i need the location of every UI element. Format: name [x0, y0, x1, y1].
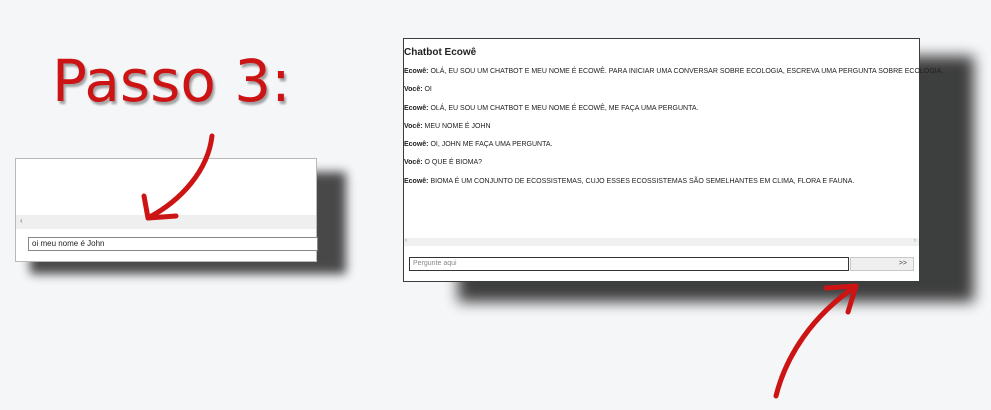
curved-arrow-icon	[773, 283, 859, 399]
send-button[interactable]: >>	[850, 257, 914, 271]
chat-message: Ecowê: BIOMA É UM CONJUNTO DE ECOSSISTEM…	[404, 177, 918, 195]
scroll-right-icon[interactable]: ›	[914, 237, 916, 244]
message-speaker: Você:	[404, 159, 423, 167]
message-text: OLÁ, EU SOU UM CHATBOT E MEU NOME É ECOW…	[428, 68, 944, 75]
chat-message: Você: O QUE É BIOMA?	[404, 158, 918, 176]
question-input[interactable]: Pergunte aqui	[409, 257, 849, 271]
curved-arrow-icon	[141, 133, 215, 221]
chat-title: Chatbot Ecowê	[404, 47, 477, 58]
message-speaker: Ecowê:	[404, 177, 429, 185]
message-speaker: Você:	[404, 122, 423, 130]
chat-message: Ecowê: OLÁ, EU SOU UM CHATBOT E MEU NOME…	[404, 67, 943, 85]
message-speaker: Você:	[404, 86, 423, 94]
message-text: MEU NOME É JOHN	[422, 122, 491, 130]
message-text: O QUE É BIOMA?	[422, 159, 483, 167]
message-text: OI, JOHN ME FAÇA UMA PERGUNTA.	[428, 141, 553, 149]
message-speaker: Ecowê:	[404, 141, 429, 149]
horizontal-scrollbar[interactable]: ‹ ›	[404, 237, 919, 246]
chatbot-window: Chatbot Ecowê Ecowê: OLÁ, EU SOU UM CHAT…	[403, 38, 943, 282]
chat-log: Ecowê: OLÁ, EU SOU UM CHATBOT E MEU NOME…	[404, 67, 943, 195]
scroll-left-icon[interactable]: ‹	[405, 237, 407, 244]
message-text: OLÁ, EU SOU UM CHATBOT E MEU NOME É ECOW…	[428, 104, 699, 112]
message-text: BIOMA É UM CONJUNTO DE ECOSSISTEMAS, CUJ…	[428, 177, 855, 185]
message-speaker: Ecowê:	[404, 68, 429, 75]
chat-message: Você: MEU NOME É JOHN	[404, 122, 918, 140]
chat-message: Ecowê: OLÁ, EU SOU UM CHATBOT E MEU NOME…	[404, 104, 918, 122]
message-input[interactable]: oi meu nome é John	[28, 237, 318, 251]
step-title: Passo 3:	[52, 47, 291, 115]
message-speaker: Ecowê:	[404, 104, 429, 112]
message-text: OI	[422, 86, 432, 94]
chat-message: Você: OI	[404, 85, 918, 103]
scroll-left-icon[interactable]: ‹	[20, 216, 23, 225]
chat-message: Ecowê: OI, JOHN ME FAÇA UMA PERGUNTA.	[404, 140, 918, 158]
